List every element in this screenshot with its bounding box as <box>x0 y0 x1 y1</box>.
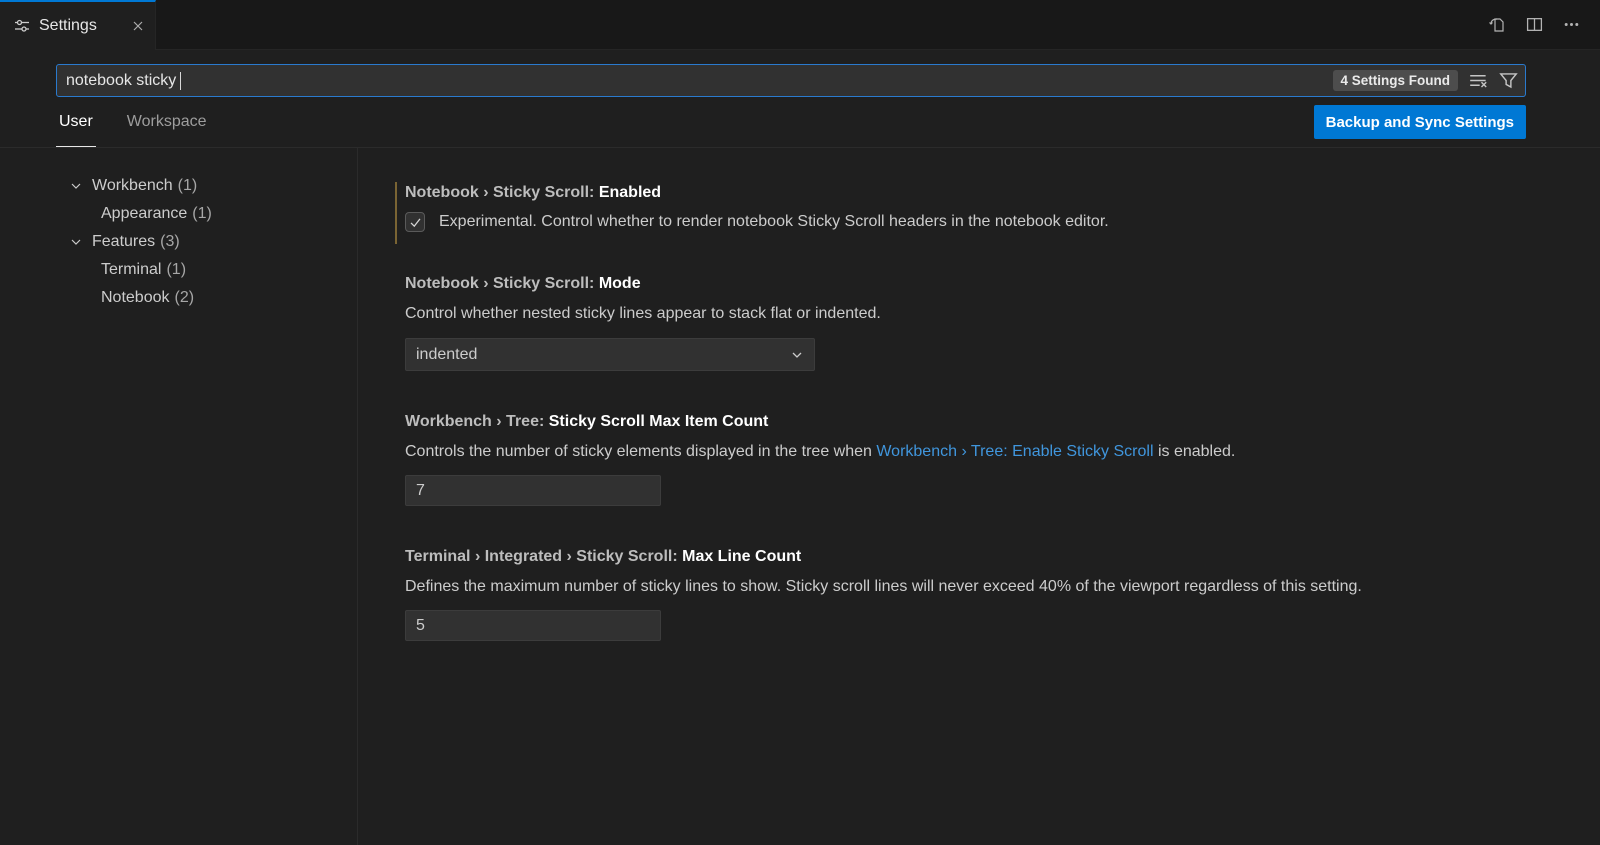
tab-workspace[interactable]: Workspace <box>124 97 210 147</box>
open-settings-json-icon[interactable] <box>1488 16 1506 34</box>
toc-item-appearance[interactable]: Appearance (1) <box>0 200 357 228</box>
setting-notebook-sticky-scroll-mode: Notebook › Sticky Scroll: Mode Control w… <box>405 275 1560 371</box>
backup-sync-settings-button[interactable]: Backup and Sync Settings <box>1314 105 1526 139</box>
settings-body: Workbench (1) Appearance (1) Features (3… <box>0 148 1600 845</box>
search-input[interactable]: notebook sticky 4 Settings Found <box>56 64 1526 97</box>
search-controls: 4 Settings Found <box>1333 70 1519 91</box>
more-actions-icon[interactable] <box>1563 16 1580 33</box>
setting-title: Notebook › Sticky Scroll: Enabled <box>405 184 1560 202</box>
toc-item-label: Features <box>92 233 155 251</box>
setting-tree-sticky-scroll-max-item-count: Workbench › Tree: Sticky Scroll Max Item… <box>405 413 1560 506</box>
text-cursor <box>180 72 181 90</box>
toc-item-label: Appearance <box>101 205 187 223</box>
split-editor-icon[interactable] <box>1526 16 1543 33</box>
setting-label: Sticky Scroll Max Item Count <box>549 413 769 430</box>
settings-list: Notebook › Sticky Scroll: Enabled Experi… <box>358 148 1600 845</box>
toc-item-workbench[interactable]: Workbench (1) <box>0 172 357 200</box>
setting-link[interactable]: Workbench › Tree: Enable Sticky Scroll <box>876 443 1153 460</box>
toc-item-count: (1) <box>166 261 186 279</box>
toc-item-features[interactable]: Features (3) <box>0 228 357 256</box>
results-count-badge: 4 Settings Found <box>1333 70 1459 91</box>
toc-item-count: (3) <box>160 233 180 251</box>
setting-terminal-sticky-scroll-max-line-count: Terminal › Integrated › Sticky Scroll: M… <box>405 548 1560 641</box>
setting-description: Defines the maximum number of sticky lin… <box>405 576 1560 598</box>
setting-label: Mode <box>599 275 641 292</box>
tab-settings[interactable]: Settings <box>0 0 156 50</box>
setting-description: Controls the number of sticky elements d… <box>405 441 1560 463</box>
setting-label: Max Line Count <box>682 548 801 565</box>
search-section: notebook sticky 4 Settings Found <box>0 50 1600 97</box>
chevron-down-icon[interactable] <box>68 178 84 194</box>
toc-item-label: Workbench <box>92 177 173 195</box>
checkbox-checked[interactable] <box>405 212 425 232</box>
clear-filters-icon[interactable] <box>1469 71 1488 90</box>
setting-category: Notebook › Sticky Scroll: <box>405 184 594 201</box>
close-icon[interactable] <box>131 19 145 33</box>
settings-sliders-icon <box>14 18 30 34</box>
settings-toc: Workbench (1) Appearance (1) Features (3… <box>0 148 358 845</box>
filter-funnel-icon[interactable] <box>1499 71 1518 90</box>
chevron-down-icon[interactable] <box>68 234 84 250</box>
chevron-down-icon <box>789 347 805 363</box>
toc-item-notebook[interactable]: Notebook (2) <box>0 284 357 312</box>
toc-item-count: (1) <box>178 177 198 195</box>
tab-bar: Settings <box>0 0 1600 50</box>
setting-value-row: Experimental. Control whether to render … <box>405 211 1560 233</box>
toc-item-label: Notebook <box>101 289 170 307</box>
setting-title: Workbench › Tree: Sticky Scroll Max Item… <box>405 413 1560 431</box>
max-item-count-input[interactable] <box>405 475 661 506</box>
toc-item-terminal[interactable]: Terminal (1) <box>0 256 357 284</box>
setting-notebook-sticky-scroll-enabled: Notebook › Sticky Scroll: Enabled Experi… <box>405 184 1560 233</box>
setting-category: Notebook › Sticky Scroll: <box>405 275 594 292</box>
setting-description: Experimental. Control whether to render … <box>439 211 1109 233</box>
select-value: indented <box>416 346 477 364</box>
setting-title: Terminal › Integrated › Sticky Scroll: M… <box>405 548 1560 566</box>
toc-item-count: (1) <box>192 205 212 223</box>
tab-user[interactable]: User <box>56 97 96 147</box>
mode-select-dropdown[interactable]: indented <box>405 338 815 371</box>
setting-label: Enabled <box>599 184 661 201</box>
search-query-text: notebook sticky <box>66 72 176 90</box>
setting-category: Terminal › Integrated › Sticky Scroll: <box>405 548 678 565</box>
setting-description: Control whether nested sticky lines appe… <box>405 303 1560 325</box>
setting-title: Notebook › Sticky Scroll: Mode <box>405 275 1560 293</box>
editor-actions <box>1488 0 1600 49</box>
settings-scope-header: User Workspace Backup and Sync Settings <box>0 97 1600 148</box>
description-text: is enabled. <box>1154 443 1236 460</box>
description-text: Controls the number of sticky elements d… <box>405 443 876 460</box>
toc-item-label: Terminal <box>101 261 161 279</box>
max-line-count-input[interactable] <box>405 610 661 641</box>
tab-title: Settings <box>39 17 97 35</box>
setting-category: Workbench › Tree: <box>405 413 544 430</box>
toc-item-count: (2) <box>175 289 195 307</box>
